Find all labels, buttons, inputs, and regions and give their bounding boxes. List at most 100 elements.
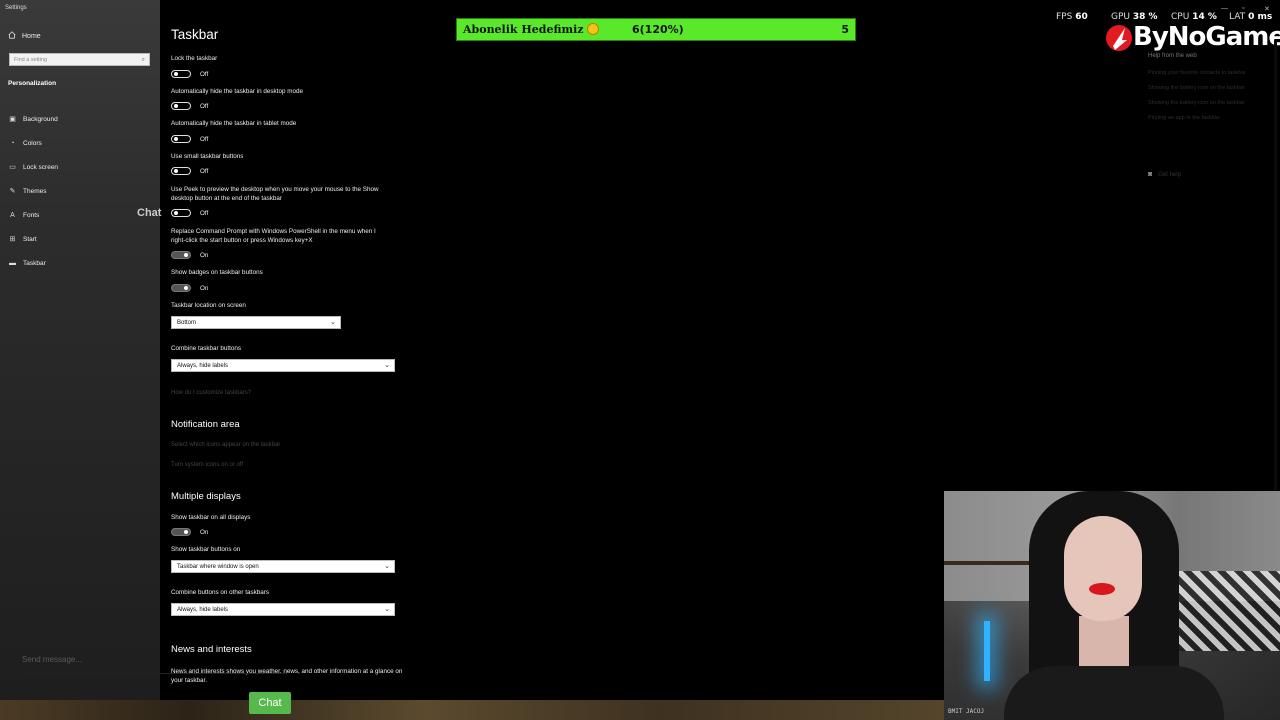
- chevron-down-icon: ⌄: [384, 362, 390, 369]
- news-interests-heading: News and interests: [171, 644, 252, 655]
- select-icons-link[interactable]: Select which icons appear on the taskbar: [171, 442, 280, 448]
- minimize-icon[interactable]: —: [1221, 5, 1228, 12]
- combine-buttons-dropdown[interactable]: Always, hide labels ⌄: [171, 359, 395, 372]
- autohide-desktop-toggle[interactable]: Off: [171, 102, 208, 110]
- notification-area-heading: Notification area: [171, 419, 240, 430]
- chat-message-input[interactable]: Send message...: [22, 655, 287, 674]
- webcam-neon-light: [984, 621, 990, 681]
- window-title: Settings: [5, 5, 27, 11]
- chat-watermark: Chat: [137, 207, 162, 219]
- sidebar-item-label: Background: [23, 115, 58, 123]
- sidebar-item-label: Start: [23, 235, 37, 243]
- setting-label: Use Peek to preview the desktop when you…: [171, 186, 379, 202]
- personalization-nav: ▣ Background ◔ Colors ▭ Lock screen ✎ Th…: [8, 107, 58, 275]
- goal-title: Abonelik Hedefimiz: [463, 23, 599, 36]
- taskbar-icon: ▬: [9, 259, 16, 267]
- palette-icon: ◔: [10, 139, 15, 147]
- start-grid-icon: ⊞: [9, 236, 16, 243]
- toggle-switch[interactable]: [171, 70, 191, 78]
- toggle-switch[interactable]: [171, 135, 191, 143]
- sidebar-item-label: Taskbar: [23, 259, 46, 267]
- toggle-state: Off: [200, 167, 209, 175]
- multiple-displays-heading: Multiple displays: [171, 491, 241, 502]
- webcam-feed: BMIT JACOJ: [944, 491, 1280, 720]
- dropdown-value: Bottom: [177, 320, 197, 326]
- get-help-link[interactable]: ◙ Get help: [1148, 171, 1181, 178]
- font-icon: A: [10, 211, 15, 219]
- lock-taskbar-toggle[interactable]: Off: [171, 70, 208, 78]
- powershell-toggle[interactable]: On: [171, 251, 208, 259]
- system-icons-link[interactable]: Turn system icons on or off: [171, 462, 243, 468]
- webcam-caption: BMIT JACOJ: [948, 708, 985, 715]
- sidebar-item-label: Lock screen: [23, 163, 59, 171]
- webcam-person-shirt: [1004, 666, 1224, 720]
- personalization-label: Personalization: [8, 80, 57, 87]
- help-heading: Help from the web: [1148, 53, 1197, 59]
- chevron-down-icon: ⌄: [384, 606, 390, 613]
- toggle-switch[interactable]: [171, 528, 191, 536]
- help-link[interactable]: Showing the battery icon on the taskbar: [1148, 84, 1253, 92]
- fps-stat: FPS 60: [1056, 12, 1088, 22]
- chat-button[interactable]: Chat: [249, 692, 291, 714]
- toggle-state: Off: [200, 70, 209, 78]
- webcam-shelf: [944, 561, 1034, 565]
- find-setting-input[interactable]: Find a setting ⌕: [9, 53, 150, 66]
- setting-label: Automatically hide the taskbar in deskto…: [171, 88, 303, 95]
- toggle-state: Off: [200, 135, 209, 143]
- show-all-displays-toggle[interactable]: On: [171, 528, 208, 536]
- image-icon: ▣: [9, 116, 16, 123]
- webcam-person-face: [1064, 516, 1142, 621]
- chevron-down-icon: ⌄: [384, 563, 390, 570]
- badges-toggle[interactable]: On: [171, 284, 208, 292]
- home-icon: [8, 31, 16, 41]
- chat-bubble-icon: ◙: [1148, 171, 1153, 178]
- brush-icon: ✎: [9, 188, 16, 195]
- sidebar-item-start[interactable]: ⊞ Start: [8, 227, 58, 251]
- combine-other-dropdown[interactable]: Always, hide labels ⌄: [171, 603, 395, 616]
- maximize-icon[interactable]: ▫: [1242, 5, 1244, 12]
- toggle-switch[interactable]: [171, 209, 191, 217]
- setting-label: Automatically hide the taskbar in tablet…: [171, 120, 297, 127]
- setting-label: Replace Command Prompt with Windows Powe…: [171, 228, 376, 244]
- small-buttons-toggle[interactable]: Off: [171, 167, 208, 175]
- show-buttons-on-dropdown[interactable]: Taskbar where window is open ⌄: [171, 560, 395, 573]
- combine-label: Combine taskbar buttons: [171, 345, 242, 352]
- smiley-icon: [586, 23, 599, 35]
- sidebar-item-lock-screen[interactable]: ▭ Lock screen: [8, 155, 58, 179]
- toggle-switch[interactable]: [171, 284, 191, 292]
- brand-mark-icon: [1106, 25, 1132, 51]
- toggle-switch[interactable]: [171, 102, 191, 110]
- sidebar-item-taskbar[interactable]: ▬ Taskbar: [8, 251, 58, 275]
- scrollbar[interactable]: [1274, 40, 1277, 490]
- show-all-displays-label: Show taskbar on all displays: [171, 514, 251, 521]
- page-title: Taskbar: [171, 27, 219, 42]
- goal-progress: 6(120%): [632, 23, 684, 36]
- customize-taskbars-link[interactable]: How do I customize taskbars?: [171, 390, 251, 396]
- sidebar-item-fonts[interactable]: A Fonts: [8, 203, 58, 227]
- settings-sidebar: Settings Home Find a setting ⌕ Personali…: [0, 0, 160, 700]
- setting-label: Show badges on taskbar buttons: [171, 269, 263, 276]
- sidebar-item-background[interactable]: ▣ Background: [8, 107, 58, 131]
- autohide-tablet-toggle[interactable]: Off: [171, 135, 208, 143]
- bynogame-logo: ByNoGame: [1105, 20, 1280, 54]
- home-nav-item[interactable]: Home: [8, 31, 41, 41]
- search-icon: ⌕: [141, 57, 145, 63]
- help-link[interactable]: Pinning your favorite contacts to taskba…: [1148, 69, 1253, 77]
- location-label: Taskbar location on screen: [171, 302, 246, 309]
- sidebar-item-themes[interactable]: ✎ Themes: [8, 179, 58, 203]
- help-link[interactable]: Showing the battery icon on the taskbar: [1148, 99, 1253, 107]
- toggle-state: On: [200, 284, 209, 292]
- home-label: Home: [22, 32, 41, 40]
- help-link[interactable]: Pinning an app to the taskbar: [1148, 114, 1253, 122]
- game-background-strip: [0, 700, 944, 720]
- toggle-switch[interactable]: [171, 167, 191, 175]
- taskbar-location-dropdown[interactable]: Bottom ⌄: [171, 316, 341, 329]
- taskbar-settings-page: Taskbar Lock the taskbar Off Automatical…: [160, 0, 460, 700]
- toggle-switch[interactable]: [171, 251, 191, 259]
- toggle-state: On: [200, 528, 209, 536]
- webcam-person-lips: [1089, 583, 1115, 595]
- sidebar-item-colors[interactable]: ◔ Colors: [8, 131, 58, 155]
- chevron-down-icon: ⌄: [330, 319, 336, 326]
- peek-toggle[interactable]: Off: [171, 209, 208, 217]
- close-icon[interactable]: ✕: [1264, 5, 1270, 13]
